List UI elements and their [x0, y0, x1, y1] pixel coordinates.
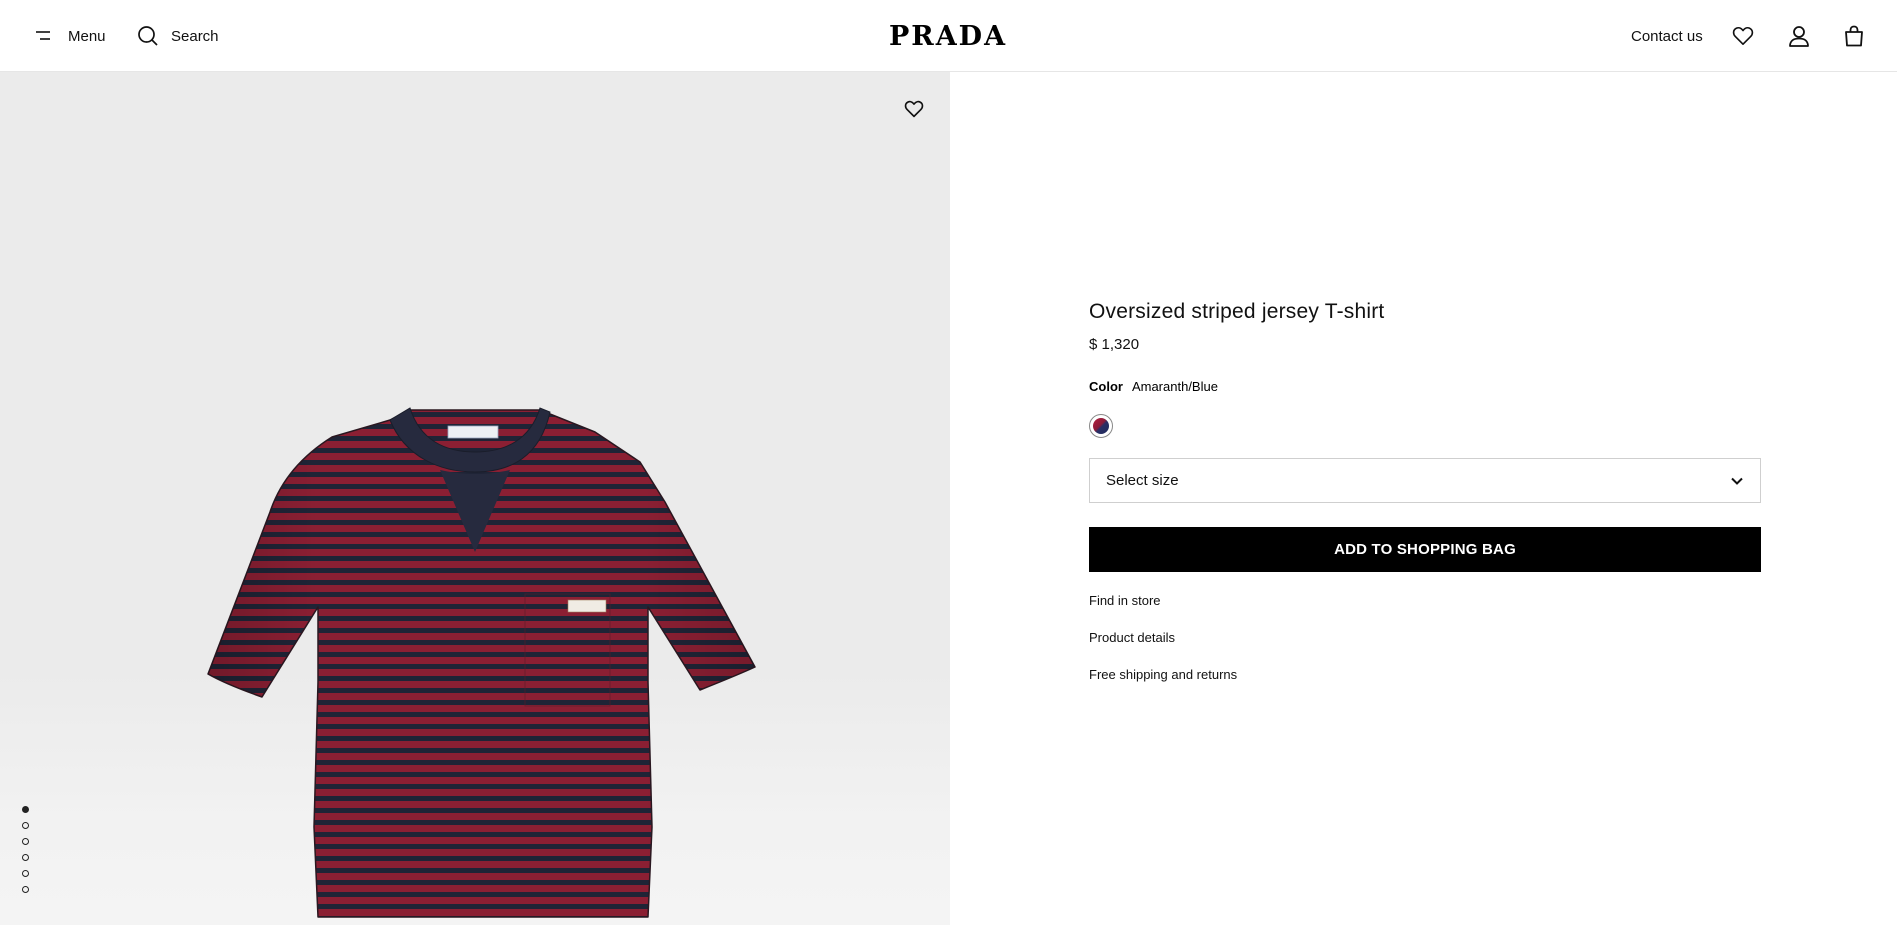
- contact-us-link[interactable]: Contact us: [1631, 0, 1703, 72]
- product-info: Oversized striped jersey T-shirt $ 1,320…: [1089, 300, 1761, 682]
- color-swatch-fill: [1093, 418, 1109, 434]
- product-title: Oversized striped jersey T-shirt: [1089, 300, 1385, 323]
- add-to-bag-button[interactable]: ADD TO SHOPPING BAG: [1089, 527, 1761, 572]
- color-label: Color: [1089, 379, 1123, 394]
- search-icon: [138, 26, 158, 46]
- search-button[interactable]: Search: [137, 0, 219, 72]
- gallery-dot[interactable]: [22, 838, 29, 845]
- gallery-dot[interactable]: [22, 806, 29, 813]
- account-button[interactable]: [1785, 22, 1813, 50]
- product-image-gallery[interactable]: [0, 72, 950, 925]
- gallery-dot[interactable]: [22, 886, 29, 893]
- size-dropdown-label: Select size: [1106, 472, 1179, 489]
- gallery-dot[interactable]: [22, 870, 29, 877]
- bag-icon: [1845, 25, 1863, 47]
- user-icon: [1789, 26, 1809, 47]
- menu-label: Menu: [68, 27, 106, 45]
- menu-icon: [36, 31, 50, 40]
- prada-logo[interactable]: PRADA: [848, 0, 1048, 72]
- menu-button[interactable]: Menu: [34, 0, 106, 72]
- search-label: Search: [171, 27, 219, 45]
- gallery-dot[interactable]: [22, 822, 29, 829]
- gallery-pagination: [22, 806, 34, 902]
- heart-icon: [1732, 26, 1754, 45]
- product-price: $ 1,320: [1089, 336, 1140, 353]
- add-to-wishlist-button[interactable]: [899, 94, 929, 124]
- color-swatch[interactable]: [1089, 414, 1113, 438]
- color-value: Amaranth/Blue: [1131, 379, 1218, 394]
- product-details-link[interactable]: Product details: [1089, 630, 1761, 645]
- gallery-dot[interactable]: [22, 854, 29, 861]
- site-header: Menu Search PRADA Contact us: [0, 0, 1897, 72]
- color-row: Color Amaranth/Blue: [1089, 379, 1761, 394]
- size-dropdown[interactable]: Select size: [1089, 458, 1761, 503]
- shopping-bag-button[interactable]: [1840, 22, 1868, 50]
- product-image-tshirt: [207, 407, 756, 918]
- chevron-down-icon: [1731, 477, 1743, 485]
- shipping-returns-link[interactable]: Free shipping and returns: [1089, 667, 1761, 682]
- contact-label: Contact us: [1631, 27, 1703, 45]
- find-in-store-link[interactable]: Find in store: [1089, 593, 1761, 608]
- wishlist-button[interactable]: [1729, 22, 1757, 50]
- heart-icon: [904, 100, 924, 118]
